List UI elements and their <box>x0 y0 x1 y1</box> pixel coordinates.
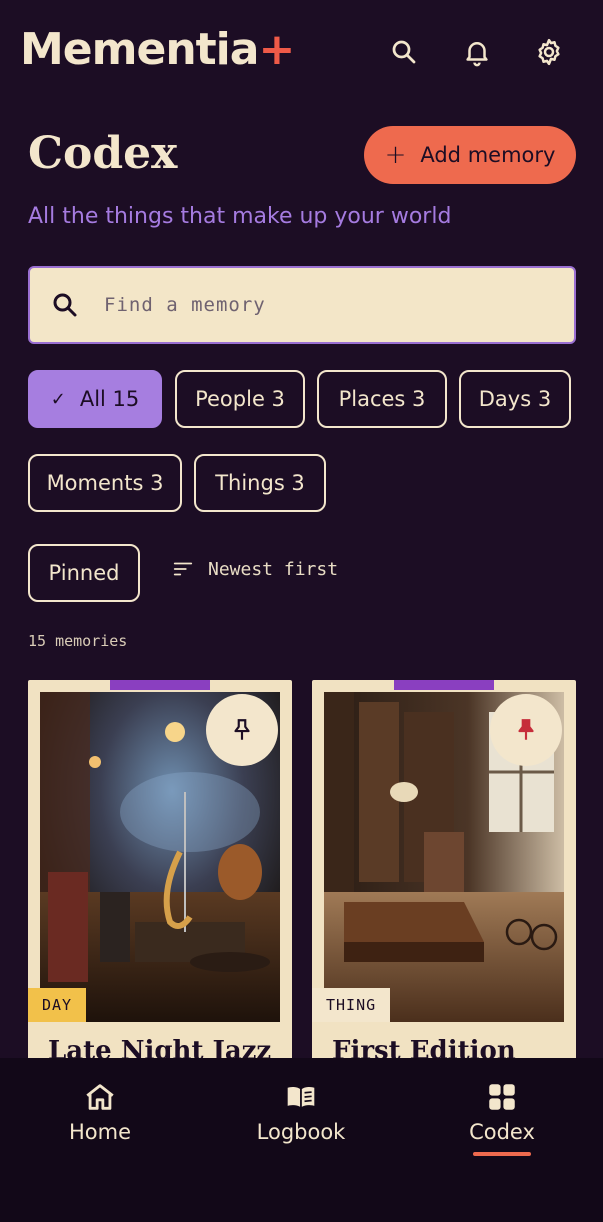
book-icon <box>285 1085 317 1110</box>
nav-label: Home <box>68 1120 131 1144</box>
memory-card[interactable]: THING First Edition <box>312 680 576 1100</box>
gear-icon[interactable] <box>531 34 567 70</box>
filter-chip-label: People 3 <box>195 387 285 411</box>
memory-count: 15 memories <box>28 632 128 650</box>
active-indicator <box>473 1152 531 1156</box>
page-subtitle: All the things that make up your world <box>28 204 452 229</box>
filter-chip-all[interactable]: ✓ All 15 <box>28 370 162 428</box>
pin-button[interactable] <box>490 694 562 766</box>
filter-chip-moments[interactable]: Moments 3 <box>28 454 182 512</box>
bell-icon[interactable] <box>459 34 495 70</box>
sort-icon <box>173 562 193 576</box>
home-icon <box>86 1084 114 1110</box>
bottom-navigation: Home Logbook Codex <box>0 1058 603 1222</box>
logo-plus: + <box>258 24 295 75</box>
page-title: Codex <box>28 128 178 179</box>
app-screen: Mementia+ Codex + Add memory All the thi… <box>0 0 603 1222</box>
nav-item-logbook[interactable]: Logbook <box>231 1080 371 1144</box>
search-bar <box>28 266 576 344</box>
filter-chip-label: Things 3 <box>215 471 305 495</box>
search-field-icon <box>53 293 77 317</box>
nav-label: Logbook <box>256 1120 346 1144</box>
logo-text: Mementia <box>20 24 259 75</box>
pinned-label: Pinned <box>48 561 120 585</box>
add-memory-button[interactable]: + Add memory <box>364 126 576 184</box>
filter-chip-label: Days 3 <box>478 387 552 411</box>
pin-icon <box>234 719 250 740</box>
nav-label: Codex <box>469 1120 535 1144</box>
pin-icon <box>518 719 534 740</box>
nav-item-home[interactable]: Home <box>30 1080 170 1144</box>
grid-icon <box>489 1084 515 1110</box>
category-tag: DAY <box>28 988 87 1022</box>
top-bar: Mementia+ <box>0 0 603 110</box>
tape-decoration <box>110 680 210 690</box>
check-icon: ✓ <box>50 388 66 410</box>
add-memory-label: Add memory <box>420 143 556 167</box>
search-input[interactable] <box>104 294 544 316</box>
plus-icon: + <box>384 140 407 170</box>
sort-control[interactable]: Newest first <box>172 558 338 580</box>
app-logo[interactable]: Mementia+ <box>20 24 295 75</box>
pin-button[interactable] <box>206 694 278 766</box>
filter-chip-people[interactable]: People 3 <box>175 370 305 428</box>
filter-chip-days[interactable]: Days 3 <box>459 370 571 428</box>
filter-chip-things[interactable]: Things 3 <box>194 454 326 512</box>
search-icon[interactable] <box>386 34 422 70</box>
filter-chip-label: All 15 <box>79 387 140 411</box>
memory-card[interactable]: DAY Late Night Jazz <box>28 680 292 1100</box>
filter-chip-places[interactable]: Places 3 <box>317 370 447 428</box>
pinned-toggle[interactable]: Pinned <box>28 544 140 602</box>
filter-chip-label: Moments 3 <box>46 471 164 495</box>
filter-chip-label: Places 3 <box>338 387 426 411</box>
tape-decoration <box>394 680 494 690</box>
nav-item-codex[interactable]: Codex <box>432 1080 572 1156</box>
category-tag: THING <box>312 988 391 1022</box>
sort-label: Newest first <box>208 558 339 580</box>
